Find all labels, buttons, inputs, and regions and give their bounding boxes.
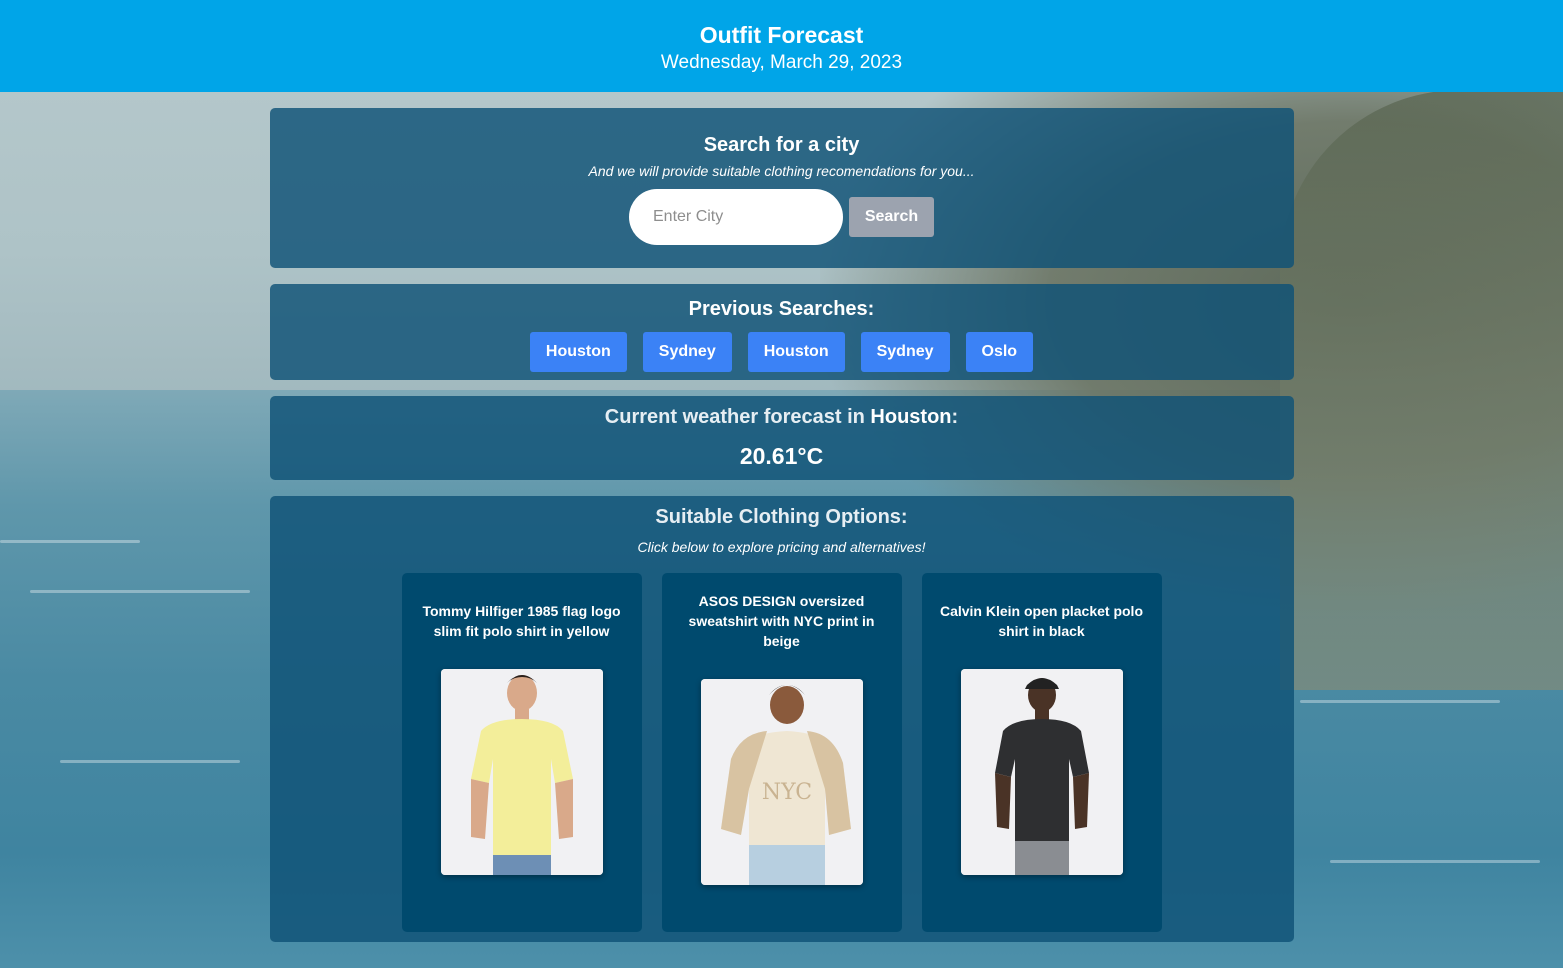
app-title: Outfit Forecast (699, 22, 864, 48)
clothing-cards: Tommy Hilfiger 1985 flag logo slim fit p… (270, 573, 1294, 932)
previous-search-oslo[interactable]: Oslo (965, 332, 1034, 372)
weather-panel: Current weather forecast in Houston: 20.… (269, 396, 1294, 480)
clothing-subtitle: Click below to explore pricing and alter… (637, 539, 926, 555)
main-content: Search for a city And we will provide su… (269, 108, 1294, 942)
app-header: Outfit Forecast Wednesday, March 29, 202… (0, 0, 1563, 92)
current-date: Wednesday, March 29, 2023 (660, 52, 903, 73)
search-form: Search (270, 189, 1294, 245)
clothing-heading: Suitable Clothing Options: (655, 506, 908, 528)
previous-searches-list: Houston Sydney Houston Sydney Oslo (270, 332, 1294, 372)
product-image[interactable]: NYC (700, 679, 863, 885)
weather-heading-prefix: Current weather forecast in (604, 406, 871, 428)
weather-heading-suffix: : (951, 406, 959, 428)
clothing-panel: Suitable Clothing Options: Click below t… (269, 496, 1294, 942)
city-input[interactable] (629, 189, 843, 245)
weather-heading: Current weather forecast in Houston: (270, 406, 1294, 428)
model-photo-black-polo (960, 669, 1123, 875)
previous-search-sydney[interactable]: Sydney (860, 332, 950, 372)
search-subtitle: And we will provide suitable clothing re… (588, 163, 975, 179)
product-image[interactable] (440, 669, 603, 875)
svg-text:NYC: NYC (761, 780, 811, 805)
model-photo-yellow-polo (440, 669, 603, 875)
previous-searches-heading: Previous Searches: (688, 298, 875, 320)
search-panel: Search for a city And we will provide su… (269, 108, 1294, 268)
weather-city: Houston (870, 406, 952, 428)
clothing-card-title[interactable]: ASOS DESIGN oversized sweatshirt with NY… (662, 573, 902, 669)
previous-searches-panel: Previous Searches: Houston Sydney Housto… (269, 284, 1294, 380)
previous-search-houston[interactable]: Houston (747, 332, 845, 372)
product-image[interactable] (960, 669, 1123, 875)
previous-search-houston[interactable]: Houston (529, 332, 627, 372)
search-button[interactable]: Search (849, 197, 934, 237)
clothing-card-title[interactable]: Calvin Klein open placket polo shirt in … (922, 573, 1162, 669)
model-photo-beige-sweatshirt: NYC (700, 679, 863, 885)
temperature-value: 20.61°C (739, 443, 824, 469)
search-heading: Search for a city (703, 134, 860, 156)
clothing-card[interactable]: ASOS DESIGN oversized sweatshirt with NY… (661, 573, 902, 932)
clothing-card[interactable]: Calvin Klein open placket polo shirt in … (921, 573, 1162, 932)
clothing-card-title[interactable]: Tommy Hilfiger 1985 flag logo slim fit p… (402, 573, 642, 669)
clothing-card[interactable]: Tommy Hilfiger 1985 flag logo slim fit p… (401, 573, 642, 932)
previous-search-sydney[interactable]: Sydney (642, 332, 732, 372)
